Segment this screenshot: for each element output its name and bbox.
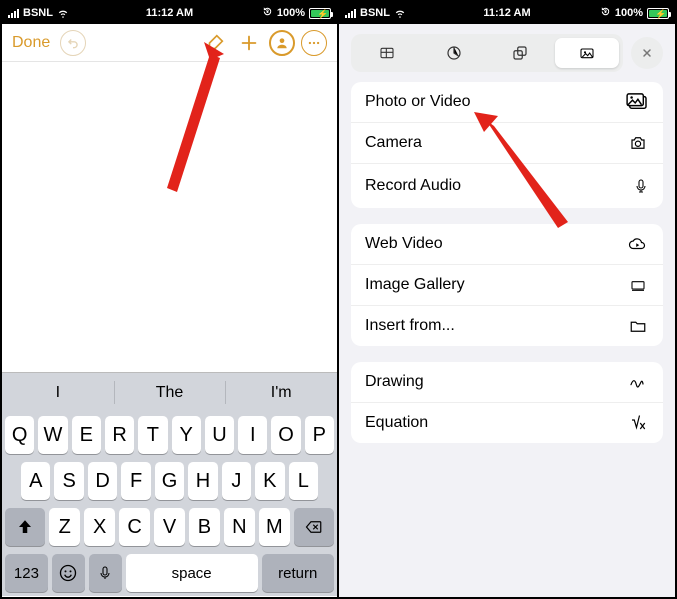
key-m[interactable]: M (259, 508, 290, 546)
menu-item-photo-video[interactable]: Photo or Video (351, 82, 663, 122)
suggestion-2[interactable]: The (114, 373, 226, 412)
menu-label: Camera (365, 134, 422, 152)
menu-item-image-gallery[interactable]: Image Gallery (351, 264, 663, 305)
done-button[interactable]: Done (12, 34, 50, 52)
menu-item-web-video[interactable]: Web Video (351, 224, 663, 264)
key-p[interactable]: P (305, 416, 334, 454)
carrier-label: BSNL (23, 7, 53, 19)
key-f[interactable]: F (121, 462, 150, 500)
equation-icon (627, 414, 649, 432)
key-a[interactable]: A (21, 462, 50, 500)
menu-label: Insert from... (365, 317, 455, 335)
status-bar: BSNL 11:12 AM 100% ⚡ (2, 2, 337, 24)
key-y[interactable]: Y (172, 416, 201, 454)
phone-left: BSNL 11:12 AM 100% ⚡ Done (2, 2, 339, 597)
key-space[interactable]: space (126, 554, 258, 592)
menu-label: Web Video (365, 235, 443, 253)
key-j[interactable]: J (222, 462, 251, 500)
key-q[interactable]: Q (5, 416, 34, 454)
menu-item-equation[interactable]: Equation (351, 402, 663, 443)
key-z[interactable]: Z (49, 508, 80, 546)
key-u[interactable]: U (205, 416, 234, 454)
note-body[interactable] (2, 62, 337, 372)
close-button[interactable] (631, 37, 663, 69)
menu-label: Image Gallery (365, 276, 465, 294)
key-n[interactable]: N (224, 508, 255, 546)
key-x[interactable]: X (84, 508, 115, 546)
seg-media-icon[interactable] (555, 38, 620, 68)
suggestion-3[interactable]: I'm (225, 373, 337, 412)
battery-icon: ⚡ (647, 8, 669, 19)
key-shift[interactable] (5, 508, 45, 546)
key-i[interactable]: I (238, 416, 267, 454)
suggestion-1[interactable]: I (2, 373, 114, 412)
mic-icon (633, 175, 649, 197)
key-emoji[interactable] (52, 554, 85, 592)
wifi-icon (394, 7, 406, 19)
add-button[interactable] (235, 29, 263, 57)
key-123[interactable]: 123 (5, 554, 48, 592)
key-s[interactable]: S (54, 462, 83, 500)
keyboard: Q W E R T Y U I O P A S D F G H J K L Z (2, 412, 337, 596)
menu-label: Drawing (365, 373, 424, 391)
menu-label: Photo or Video (365, 93, 471, 111)
key-return[interactable]: return (262, 554, 334, 592)
key-l[interactable]: L (289, 462, 318, 500)
key-r[interactable]: R (105, 416, 134, 454)
signal-icon (8, 9, 19, 18)
key-g[interactable]: G (155, 462, 184, 500)
key-h[interactable]: H (188, 462, 217, 500)
orientation-lock-icon (600, 6, 611, 20)
seg-chart-icon[interactable] (422, 38, 487, 68)
menu-item-camera[interactable]: Camera (351, 122, 663, 163)
key-v[interactable]: V (154, 508, 185, 546)
key-o[interactable]: O (271, 416, 300, 454)
key-t[interactable]: T (138, 416, 167, 454)
format-brush-icon[interactable] (201, 29, 229, 57)
status-bar-right: BSNL 11:12 AM 100% ⚡ (339, 2, 675, 24)
phone-right: BSNL 11:12 AM 100% ⚡ (339, 2, 675, 597)
battery-label: 100% (615, 7, 643, 19)
key-k[interactable]: K (255, 462, 284, 500)
menu-label: Equation (365, 414, 428, 432)
note-toolbar: Done (2, 24, 337, 62)
more-button[interactable] (301, 30, 327, 56)
camera-icon (627, 134, 649, 152)
scribble-icon (625, 374, 649, 390)
battery-icon: ⚡ (309, 8, 331, 19)
undo-button[interactable] (60, 30, 86, 56)
seg-table-icon[interactable] (355, 38, 420, 68)
photo-video-icon (625, 93, 649, 111)
menu-item-record-audio[interactable]: Record Audio (351, 163, 663, 208)
insert-segmented-bar (339, 24, 675, 82)
carrier-label: BSNL (360, 7, 390, 19)
seg-shape-icon[interactable] (488, 38, 553, 68)
key-d[interactable]: D (88, 462, 117, 500)
key-c[interactable]: C (119, 508, 150, 546)
folder-icon (627, 317, 649, 335)
insert-menu: Photo or Video Camera Record Audio W (339, 82, 675, 597)
key-mic[interactable] (89, 554, 122, 592)
key-e[interactable]: E (72, 416, 101, 454)
signal-icon (345, 9, 356, 18)
wifi-icon (57, 7, 69, 19)
menu-item-insert-from[interactable]: Insert from... (351, 305, 663, 346)
gallery-icon (627, 277, 649, 293)
keyboard-suggestions: I The I'm (2, 372, 337, 412)
battery-label: 100% (277, 7, 305, 19)
key-b[interactable]: B (189, 508, 220, 546)
menu-label: Record Audio (365, 177, 461, 195)
profile-button[interactable] (269, 30, 295, 56)
menu-item-drawing[interactable]: Drawing (351, 362, 663, 402)
key-w[interactable]: W (38, 416, 67, 454)
cloud-play-icon (625, 235, 649, 253)
orientation-lock-icon (262, 6, 273, 20)
key-backspace[interactable] (294, 508, 334, 546)
